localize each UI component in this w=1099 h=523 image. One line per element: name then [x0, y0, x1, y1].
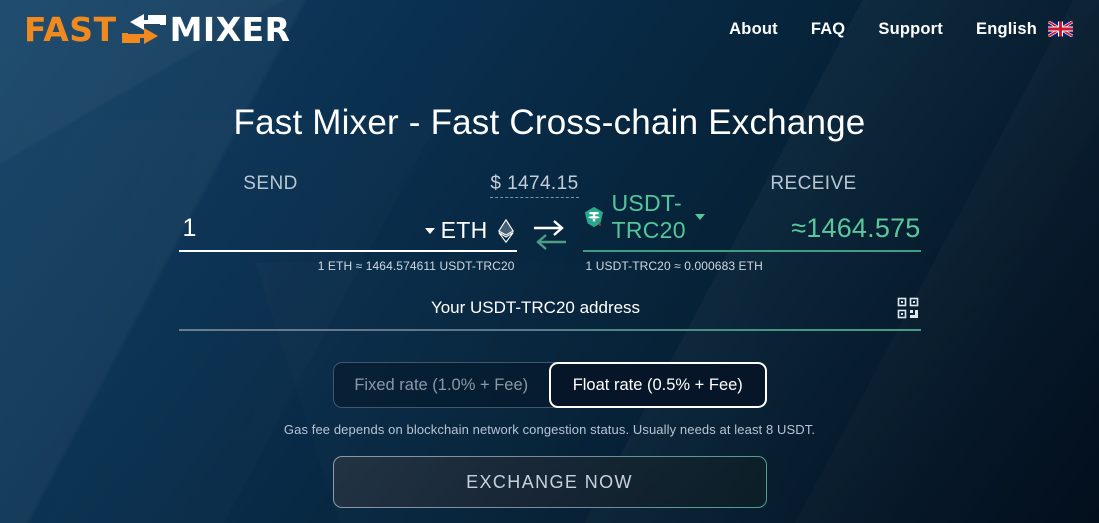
receive-currency-label: USDT-TRC20 [611, 190, 686, 243]
tether-icon [583, 205, 605, 229]
send-field: ETH [178, 213, 517, 245]
nav-faq[interactable]: FAQ [811, 20, 846, 39]
send-label: SEND [243, 173, 298, 194]
address-field-underline [178, 329, 921, 331]
panel-labels-row: SEND $ 1474.15 RECEIVE [179, 173, 921, 198]
exchange-row: ETH 1 ETH ≈ 1464.574611 USDT-TRC20 [178, 190, 921, 273]
logo-text-mixer: MIXER [169, 9, 291, 49]
exchange-panel: SEND $ 1474.15 RECEIVE ETH [178, 173, 921, 508]
send-rate-hint: 1 ETH ≈ 1464.574611 USDT-TRC20 [317, 259, 515, 273]
usd-value-text[interactable]: $ 1474.15 [490, 173, 579, 198]
fixed-rate-option[interactable]: Fixed rate (1.0% + Fee) [334, 363, 550, 407]
send-amount-input[interactable] [178, 214, 359, 245]
page-title: Fast Mixer - Fast Cross-chain Exchange [233, 103, 866, 142]
qr-code-icon[interactable] [897, 297, 919, 319]
receive-rate-hint: 1 USDT-TRC20 ≈ 0.000683 ETH [585, 259, 763, 273]
chevron-down-icon [424, 227, 435, 234]
arrows-exchange-icon [114, 9, 174, 49]
main-navigation: About FAQ Support English [729, 20, 1074, 39]
main-content: Fast Mixer - Fast Cross-chain Exchange S… [0, 58, 1099, 523]
address-input[interactable] [178, 298, 921, 318]
chevron-down-icon [694, 214, 705, 220]
send-field-underline [178, 250, 517, 252]
swap-arrows-icon [530, 217, 570, 253]
language-selector[interactable]: English [976, 20, 1074, 39]
address-input-wrap [178, 293, 921, 323]
rate-type-toggle: Fixed rate (1.0% + Fee) Float rate (0.5%… [332, 362, 767, 408]
site-header: FAST MIXER About FAQ Support English [0, 0, 1099, 58]
receive-side: USDT-TRC20 ≈1464.575 1 USDT-TRC20 ≈ 0.00… [582, 190, 921, 273]
receive-label: RECEIVE [770, 173, 857, 194]
swap-currencies-button[interactable] [517, 213, 583, 253]
receive-field-underline [582, 250, 921, 252]
address-section [178, 293, 921, 331]
ethereum-icon [495, 218, 517, 243]
receive-field: USDT-TRC20 ≈1464.575 [583, 190, 921, 245]
gas-fee-note: Gas fee depends on blockchain network co… [283, 422, 816, 437]
nav-support[interactable]: Support [878, 20, 943, 39]
receive-currency-select[interactable]: USDT-TRC20 [583, 190, 705, 245]
exchange-now-button[interactable]: EXCHANGE NOW [333, 456, 767, 508]
receive-amount-value: ≈1464.575 [791, 213, 921, 243]
float-rate-option[interactable]: Float rate (0.5% + Fee) [549, 362, 767, 408]
nav-about[interactable]: About [729, 20, 778, 39]
send-side: ETH 1 ETH ≈ 1464.574611 USDT-TRC20 [178, 213, 517, 273]
send-currency-select[interactable]: ETH [424, 217, 517, 245]
uk-flag-icon [1047, 20, 1074, 38]
logo-text-fast: FAST [24, 9, 117, 49]
site-logo[interactable]: FAST MIXER [24, 8, 291, 50]
send-currency-label: ETH [440, 217, 488, 243]
language-label[interactable]: English [976, 20, 1037, 39]
